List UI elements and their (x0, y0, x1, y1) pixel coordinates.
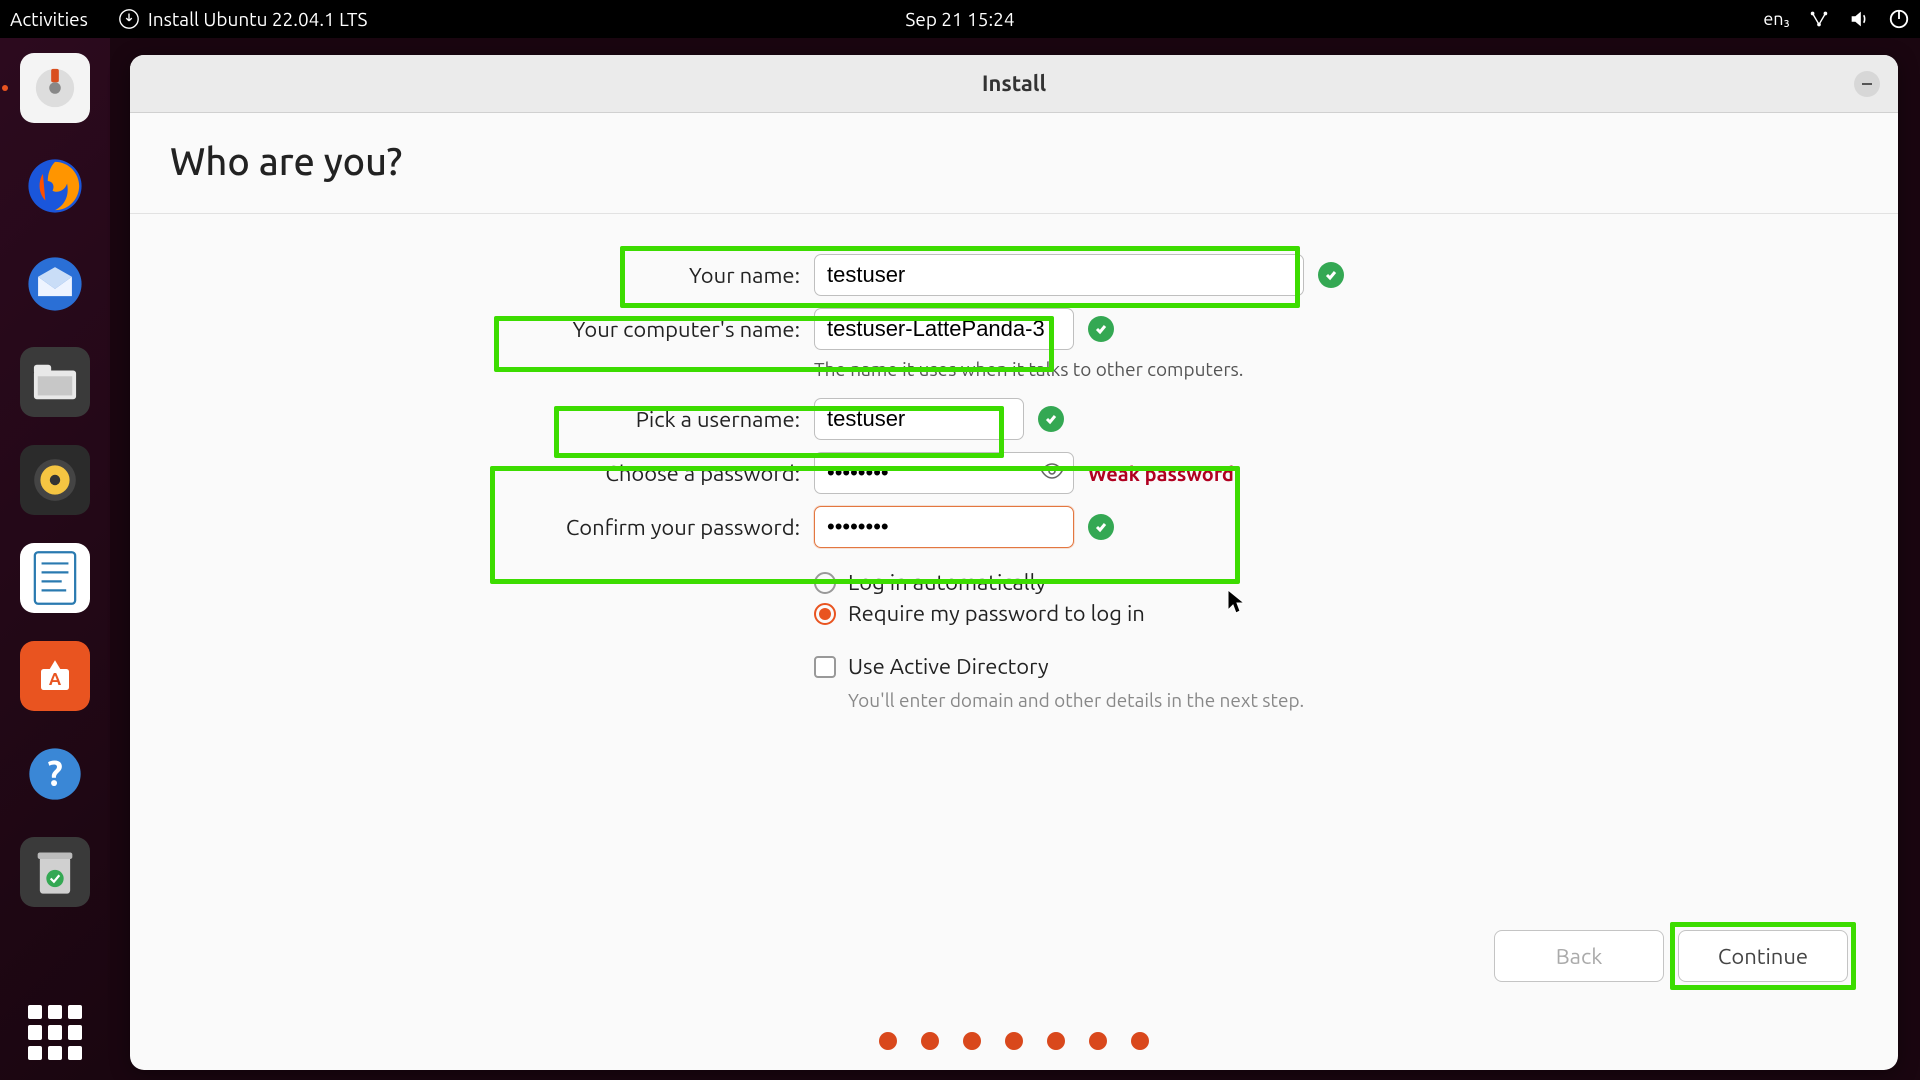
window-title: Install (982, 71, 1046, 96)
radio-selected-icon (814, 603, 836, 625)
username-valid-icon (1038, 406, 1064, 432)
network-icon[interactable] (1808, 8, 1830, 30)
confirm-password-label: Confirm your password: (490, 515, 800, 540)
page-heading: Who are you? (170, 141, 1858, 183)
your-name-input[interactable] (814, 254, 1304, 296)
password-reveal-icon[interactable] (1040, 459, 1064, 487)
dock-show-applications[interactable] (28, 1005, 83, 1060)
password-label: Choose a password: (490, 461, 800, 486)
radio-unselected-icon (814, 572, 836, 594)
confirm-password-valid-icon (1088, 514, 1114, 540)
dock-installer-icon[interactable] (20, 53, 90, 123)
svg-text:?: ? (47, 753, 62, 793)
svg-text:A: A (49, 670, 62, 689)
page-progress-dots (170, 1032, 1858, 1050)
login-automatically-label: Log in automatically (848, 570, 1046, 595)
gnome-dock: A ? (0, 38, 110, 1080)
input-language-indicator[interactable]: en₃ (1763, 9, 1790, 29)
checkbox-unchecked-icon (814, 656, 836, 678)
username-input[interactable] (814, 398, 1024, 440)
activities-button[interactable]: Activities (10, 8, 88, 30)
password-strength-label: Weak password (1088, 462, 1234, 485)
require-password-label: Require my password to log in (848, 601, 1145, 626)
continue-button[interactable]: Continue (1678, 930, 1848, 982)
current-app-indicator[interactable]: Install Ubuntu 22.04.1 LTS (118, 8, 368, 30)
installer-window: Install Who are you? Your name: Your com… (130, 55, 1898, 1070)
dock-software-icon[interactable]: A (20, 641, 90, 711)
computer-name-label: Your computer's name: (490, 317, 800, 342)
dock-help-icon[interactable]: ? (20, 739, 90, 809)
back-button[interactable]: Back (1494, 930, 1664, 982)
dock-thunderbird-icon[interactable] (20, 249, 90, 319)
dock-firefox-icon[interactable] (20, 151, 90, 221)
login-automatically-option[interactable]: Log in automatically (814, 570, 1046, 595)
use-active-directory-label: Use Active Directory (848, 654, 1049, 679)
heading-divider (130, 213, 1898, 214)
dock-libreoffice-writer-icon[interactable] (20, 543, 90, 613)
clock[interactable]: Sep 21 15:24 (905, 8, 1014, 30)
dock-rhythmbox-icon[interactable] (20, 445, 90, 515)
your-name-valid-icon (1318, 262, 1344, 288)
current-app-title: Install Ubuntu 22.04.1 LTS (148, 8, 368, 30)
username-label: Pick a username: (490, 407, 800, 432)
password-input[interactable] (814, 452, 1074, 494)
your-name-label: Your name: (490, 263, 800, 288)
download-icon (118, 8, 140, 30)
window-titlebar: Install (130, 55, 1898, 113)
volume-icon[interactable] (1848, 8, 1870, 30)
power-icon[interactable] (1888, 8, 1910, 30)
dock-files-icon[interactable] (20, 347, 90, 417)
dock-trash-icon[interactable] (20, 837, 90, 907)
computer-name-input[interactable] (814, 308, 1074, 350)
confirm-password-input[interactable] (814, 506, 1074, 548)
require-password-option[interactable]: Require my password to log in (814, 601, 1145, 626)
gnome-topbar: Activities Install Ubuntu 22.04.1 LTS Se… (0, 0, 1920, 38)
active-directory-hint: You'll enter domain and other details in… (848, 689, 1304, 711)
use-active-directory-option[interactable]: Use Active Directory (814, 654, 1049, 679)
window-minimize-button[interactable] (1854, 71, 1880, 97)
computer-name-hint: The name it uses when it talks to other … (814, 358, 1243, 380)
computer-name-valid-icon (1088, 316, 1114, 342)
